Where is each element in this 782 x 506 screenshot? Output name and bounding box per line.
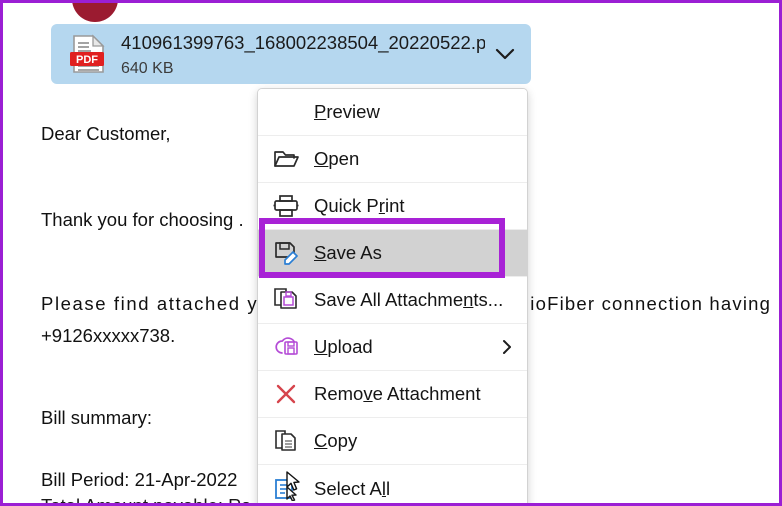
pdf-file-icon: PDF — [67, 32, 111, 76]
attachment-file-name: 410961399763_168002238504_20220522.pdf — [121, 32, 485, 53]
email-please-line-right: lioFiber connection having — [525, 293, 772, 314]
cloud-upload-icon — [258, 336, 314, 358]
menu-item-quick-print[interactable]: Quick Print — [258, 183, 527, 230]
menu-item-open[interactable]: Open — [258, 136, 527, 183]
menu-item-label: Select All — [314, 477, 391, 499]
email-client-screen: PDF 410961399763_168002238504_20220522.p… — [0, 0, 782, 506]
menu-item-label: Save All Attachments... — [314, 289, 504, 310]
menu-item-label: Upload — [314, 336, 373, 357]
chevron-down-icon[interactable] — [487, 24, 523, 84]
save-all-icon — [258, 288, 314, 312]
menu-item-preview[interactable]: Preview — [258, 89, 527, 136]
menu-item-label: Save As — [314, 242, 382, 263]
email-phone-line: +9126xxxxx738. — [41, 325, 176, 346]
menu-item-label: Remove Attachment — [314, 383, 481, 404]
bill-period-line: Bill Period: 21-Apr-2022 — [41, 469, 238, 490]
attachment-file-size: 640 KB — [121, 60, 174, 77]
mouse-cursor-icon — [286, 471, 302, 493]
menu-item-label: Preview — [314, 101, 380, 122]
svg-text:PDF: PDF — [76, 54, 98, 66]
attachment-chip[interactable]: PDF 410961399763_168002238504_20220522.p… — [51, 24, 531, 84]
menu-item-label: Quick Print — [314, 195, 405, 216]
menu-item-upload[interactable]: Upload — [258, 324, 527, 371]
save-as-icon — [258, 241, 314, 265]
menu-item-save-all-attachments[interactable]: Save All Attachments... — [258, 277, 527, 324]
attachment-text: 410961399763_168002238504_20220522.pdf 6… — [121, 29, 485, 81]
menu-item-label: Open — [314, 148, 360, 169]
menu-item-label: Copy — [314, 430, 358, 451]
copy-icon — [258, 429, 314, 453]
avatar — [72, 3, 118, 22]
menu-item-save-as[interactable]: Save As — [258, 230, 527, 277]
menu-item-copy[interactable]: Copy — [258, 418, 527, 465]
menu-item-remove-attachment[interactable]: Remove Attachment — [258, 371, 527, 418]
email-please-line-left: Please find attached y — [41, 293, 259, 314]
email-greeting: Dear Customer, — [41, 123, 171, 144]
bill-summary-heading: Bill summary: — [41, 407, 153, 428]
folder-open-icon — [258, 148, 314, 170]
printer-icon — [258, 194, 314, 218]
remove-x-icon — [258, 382, 314, 406]
email-thanks-line: Thank you for choosing . — [41, 209, 244, 230]
attachment-context-menu: Preview Open Quick Print Save As Save Al… — [257, 88, 528, 503]
submenu-arrow-icon — [501, 324, 513, 370]
